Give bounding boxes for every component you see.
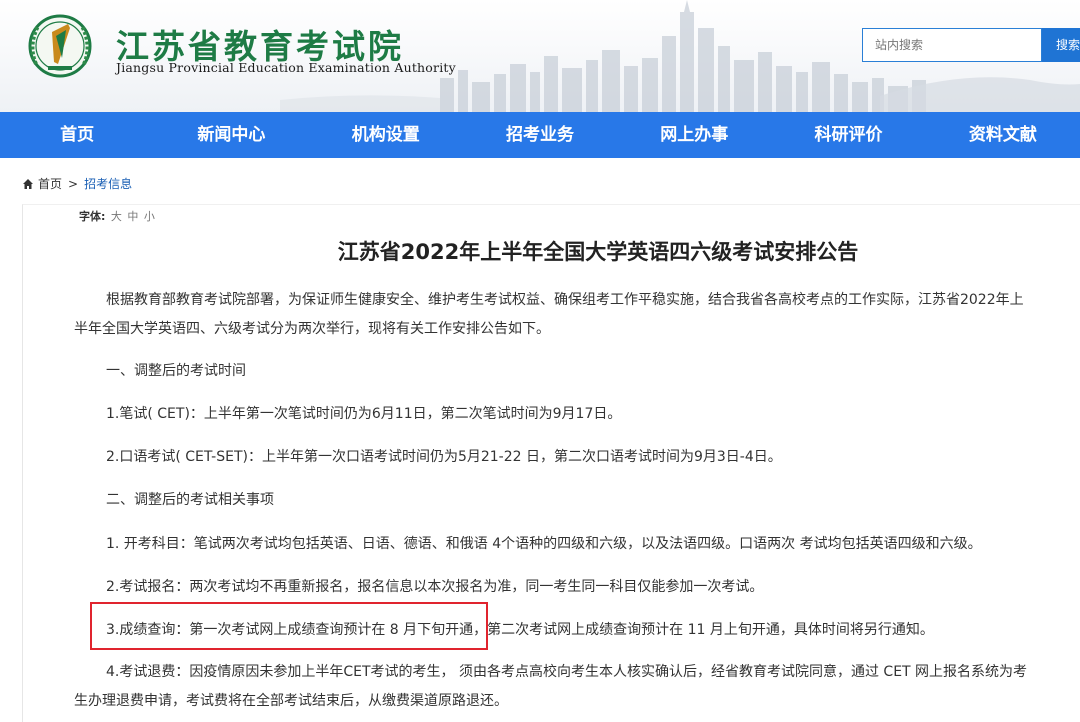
refund-line-1: 4.考试退费：因疫情原因未参加上半年CET考试的考生， 须由各考点高校向考生本人… bbox=[106, 664, 1028, 680]
site-subtitle: Jiangsu Provincial Education Examination… bbox=[116, 60, 456, 75]
article-title: 江苏省2022年上半年全国大学英语四六级考试安排公告 bbox=[337, 240, 859, 264]
nav-item-home[interactable]: 首页 bbox=[0, 112, 154, 158]
breadcrumb-home[interactable]: 首页 bbox=[38, 175, 62, 192]
breadcrumb-separator: > bbox=[68, 176, 79, 191]
section-heading-2: 二、调整后的考试相关事项 bbox=[106, 492, 274, 508]
main-nav: 首页 新闻中心 机构设置 招考业务 网上办事 科研评价 资料文献 bbox=[0, 112, 1080, 158]
font-size-large[interactable]: 大 bbox=[111, 210, 122, 223]
nav-item-online-services[interactable]: 网上办事 bbox=[617, 112, 771, 158]
breadcrumb-current[interactable]: 招考信息 bbox=[84, 175, 132, 192]
nav-item-research[interactable]: 科研评价 bbox=[771, 112, 925, 158]
search-button[interactable]: 搜索 bbox=[1042, 28, 1080, 62]
home-icon bbox=[23, 178, 33, 189]
nav-item-organization[interactable]: 机构设置 bbox=[309, 112, 463, 158]
nav-item-news[interactable]: 新闻中心 bbox=[154, 112, 308, 158]
highlight-annotation-box bbox=[90, 602, 488, 650]
score-query-second: 第二次考试网上成绩查询预计在 11 月上旬开通，具体时间将另行通知。 bbox=[487, 622, 934, 638]
intro-line-1: 根据教育部教育考试院部署，为保证师生健康安全、维护考生考试权益、确保组考工作平稳… bbox=[106, 292, 1024, 308]
breadcrumb: 首页 > 招考信息 bbox=[22, 175, 132, 192]
intro-line-2: 半年全国大学英语四、六级考试分为两次举行，现将有关工作安排公告如下。 bbox=[74, 321, 550, 337]
paragraph-registration: 2.考试报名：两次考试均不再重新报名，报名信息以本次报名为准，同一考生同一科目仅… bbox=[106, 579, 764, 595]
paragraph-oral-exam: 2.口语考试( CET-SET)：上半年第一次口语考试时间仍为5月21-22 日… bbox=[106, 449, 782, 465]
font-size-medium[interactable]: 中 bbox=[127, 210, 138, 223]
refund-line-2: 生办理退费申请，考试费将在全部考试结束后，从缴费渠道原路退还。 bbox=[74, 693, 508, 709]
site-header: 江苏省教育考试院 Jiangsu Provincial Education Ex… bbox=[0, 0, 1080, 112]
font-size-label: 字体: bbox=[79, 210, 106, 223]
font-size-small[interactable]: 小 bbox=[144, 210, 155, 223]
font-size-control: 字体: 大 中 小 bbox=[79, 208, 155, 224]
search-box bbox=[862, 28, 1042, 62]
paragraph-subjects: 1. 开考科目：笔试两次考试均包括英语、日语、德语、和俄语 4个语种的四级和六级… bbox=[106, 536, 982, 552]
nav-item-documents[interactable]: 资料文献 bbox=[926, 112, 1080, 158]
paragraph-written-exam: 1.笔试( CET)：上半年第一次笔试时间仍为6月11日，第二次笔试时间为9月1… bbox=[106, 406, 622, 422]
authority-emblem-icon bbox=[28, 14, 92, 78]
section-heading-1: 一、调整后的考试时间 bbox=[106, 363, 246, 379]
search-input[interactable] bbox=[863, 29, 1041, 61]
nav-item-admissions[interactable]: 招考业务 bbox=[463, 112, 617, 158]
